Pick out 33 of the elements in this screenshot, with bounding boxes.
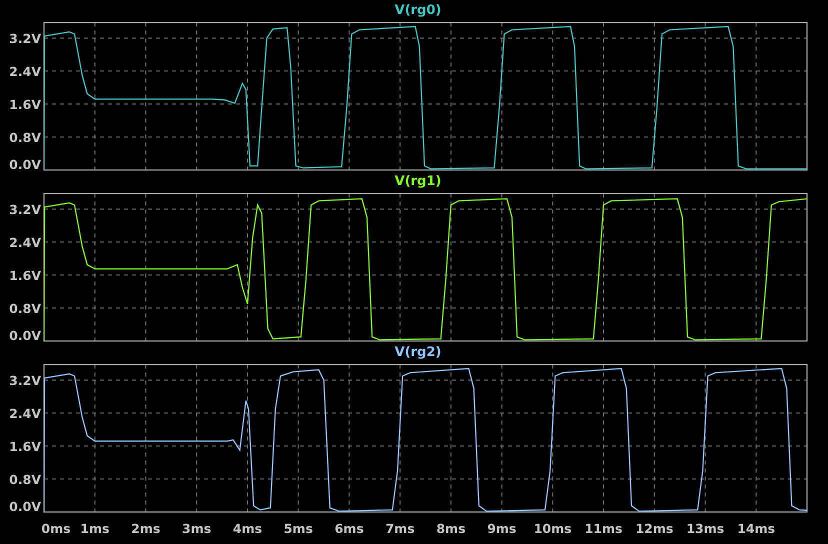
y-tick-label: 2.4V	[9, 235, 41, 250]
y-tick-label: 1.6V	[9, 268, 41, 284]
x-tick-label: 8ms	[436, 521, 466, 536]
y-tick-label: 2.4V	[9, 406, 41, 422]
y-tick-label: 0.0V	[9, 328, 41, 342]
x-tick-label: 13ms	[686, 521, 724, 536]
x-tick-label: 11ms	[584, 521, 622, 536]
x-tick-label: 3ms	[182, 521, 212, 536]
y-tick-label: 0.0V	[9, 499, 41, 514]
x-tick-label: 5ms	[284, 521, 313, 536]
y-tick-label: 3.2V	[9, 202, 41, 218]
x-tick-label: 14ms	[737, 521, 776, 536]
x-tick-label: 9ms	[487, 521, 516, 536]
y-tick-label: 0.0V	[9, 157, 41, 171]
y-tick-label: 1.6V	[9, 439, 41, 454]
y-tick-label: 0.8V	[9, 301, 41, 316]
y-tick-label: 1.6V	[9, 97, 41, 112]
x-tick-label: 12ms	[635, 521, 674, 536]
x-tick-label: 10ms	[534, 521, 572, 536]
trace-title: V(rg2)	[394, 345, 442, 361]
y-tick-label: 2.4V	[9, 64, 41, 80]
x-tick-label: 6ms	[334, 521, 364, 536]
x-tick-label: 4ms	[232, 521, 262, 536]
trace-title: V(rg0)	[394, 3, 442, 19]
y-tick-label: 0.8V	[9, 130, 41, 146]
x-tick-label: 7ms	[385, 521, 415, 536]
y-tick-label: 3.2V	[9, 373, 41, 388]
x-tick-label: 0ms	[41, 521, 71, 536]
x-tick-label: 1ms	[80, 521, 110, 536]
y-tick-label: 0.8V	[9, 472, 41, 488]
x-tick-label: 2ms	[131, 521, 160, 536]
y-tick-label: 3.2V	[9, 31, 41, 46]
trace-title: V(rg1)	[394, 174, 442, 190]
